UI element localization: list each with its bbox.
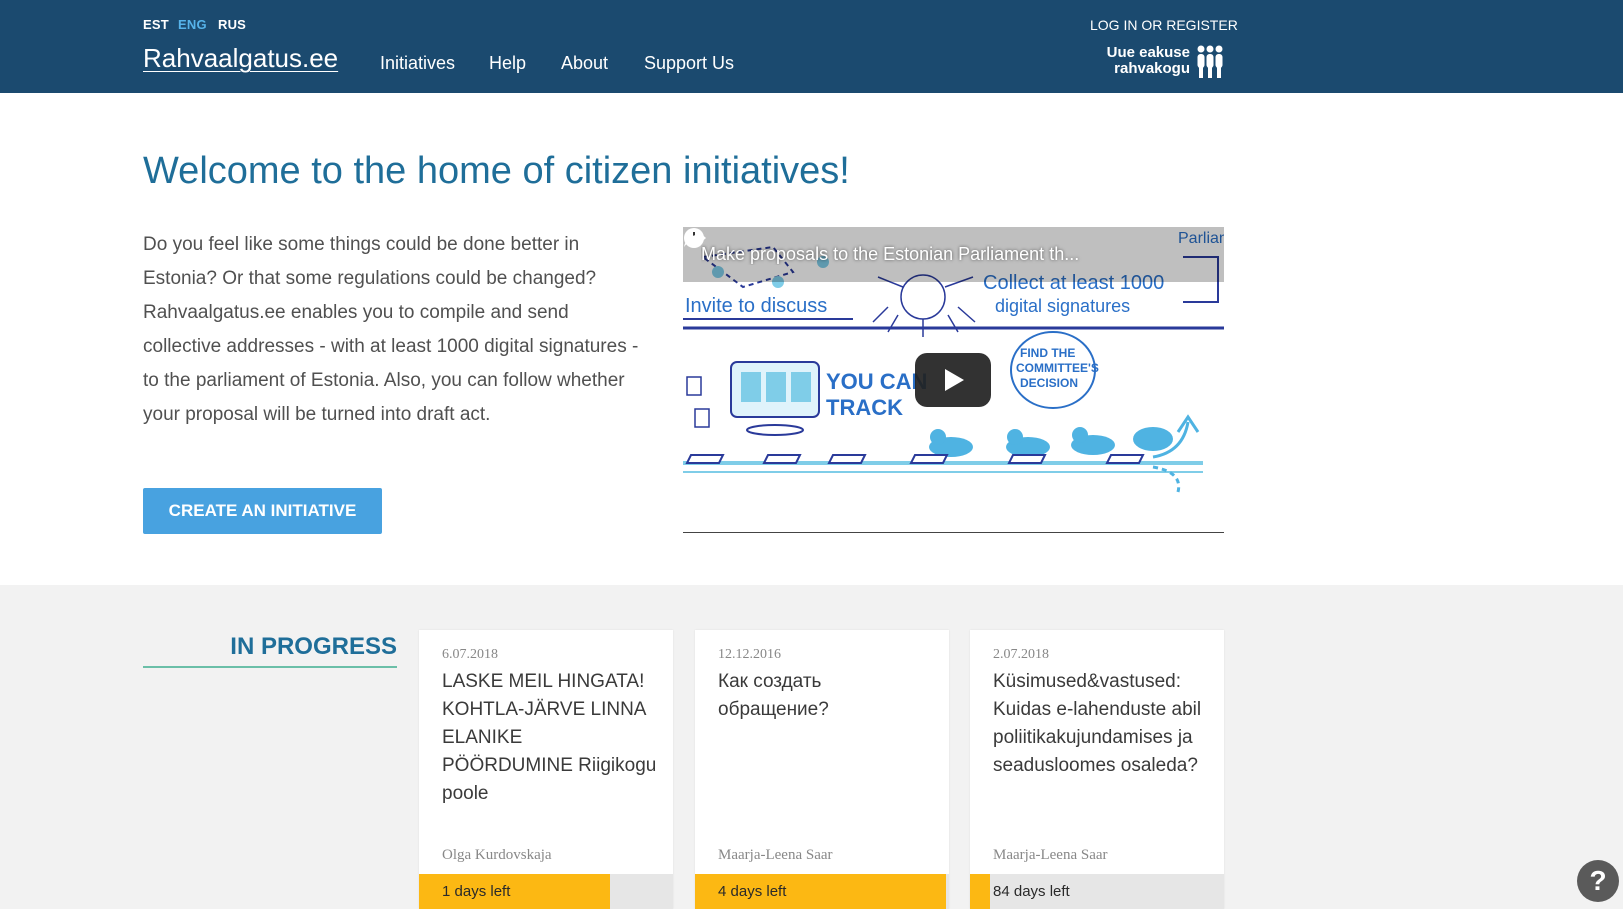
nav-help[interactable]: Help (489, 53, 526, 74)
card-progress-bar: 84 days left (970, 874, 1224, 909)
top-header: EST ENG RUS Rahvaalgatus.ee Initiatives … (0, 0, 1623, 93)
partner-logo[interactable]: Uue eakuse rahvakogu (1106, 45, 1224, 79)
nav-initiatives[interactable]: Initiatives (380, 53, 455, 74)
card-days-left: 4 days left (718, 883, 787, 900)
card-date: 2.07.2018 (993, 647, 1049, 662)
help-button[interactable]: ? (1577, 860, 1619, 902)
card-title[interactable]: Как создать обращение? (718, 668, 933, 724)
card-author: Olga Kurdovskaja (442, 847, 552, 863)
scene-label-track: TRACK (826, 395, 903, 420)
video-player[interactable]: Invite to discuss Collect at least 1000 … (683, 227, 1224, 533)
intro-text: Do you feel like some things could be do… (143, 234, 639, 425)
create-initiative-button[interactable]: CREATE AN INITIATIVE (143, 488, 382, 534)
card-title[interactable]: Küsimused&vastused: Kuidas e-lahenduste … (993, 668, 1208, 780)
nav-support-us[interactable]: Support Us (644, 53, 734, 74)
page-title: Welcome to the home of citizen initiativ… (143, 150, 850, 192)
lang-rus[interactable]: RUS (218, 17, 246, 32)
login-register-link[interactable]: LOG IN OR REGISTER (1090, 17, 1238, 33)
video-title[interactable]: Make proposals to the Estonian Parliamen… (701, 244, 1131, 265)
section-title-in-progress: IN PROGRESS (143, 633, 397, 668)
card-days-left: 84 days left (993, 883, 1070, 900)
partner-logo-text: Uue eakuse rahvakogu (1106, 44, 1190, 77)
scene-label-committee: COMMITTEE'S (1016, 361, 1099, 375)
lang-eng[interactable]: ENG (178, 17, 207, 32)
card-author: Maarja-Leena Saar (993, 847, 1108, 863)
nav-about[interactable]: About (561, 53, 608, 74)
card-date: 6.07.2018 (442, 647, 498, 662)
scene-label-find: FIND THE (1020, 346, 1075, 360)
card-progress-bar: 4 days left (695, 874, 949, 909)
scene-label-signatures: digital signatures (995, 296, 1130, 316)
scene-label-invite: Invite to discuss (685, 295, 827, 317)
scene-label-decision: DECISION (1020, 376, 1078, 390)
initiative-card[interactable]: 2.07.2018 Küsimused&vastused: Kuidas e-l… (970, 630, 1224, 909)
card-days-left: 1 days left (442, 883, 511, 900)
share-icon[interactable] (683, 227, 707, 249)
card-progress-fill (970, 874, 991, 909)
play-button[interactable] (915, 353, 991, 407)
site-logo[interactable]: Rahvaalgatus.ee (143, 43, 338, 74)
scene-label-you-can: YOU CAN (826, 369, 927, 394)
initiative-card[interactable]: 12.12.2016 Как создать обращение? Maarja… (695, 630, 949, 909)
lang-est[interactable]: EST (143, 17, 169, 32)
card-date: 12.12.2016 (718, 647, 781, 662)
card-progress-bar: 1 days left (419, 874, 673, 909)
people-icon (1197, 45, 1223, 78)
card-author: Maarja-Leena Saar (718, 847, 833, 863)
initiative-card[interactable]: 6.07.2018 LASKE MEIL HINGATA! KOHTLA-JÄR… (419, 630, 673, 909)
card-title[interactable]: LASKE MEIL HINGATA! KOHTLA-JÄRVE LINNA E… (442, 668, 657, 808)
